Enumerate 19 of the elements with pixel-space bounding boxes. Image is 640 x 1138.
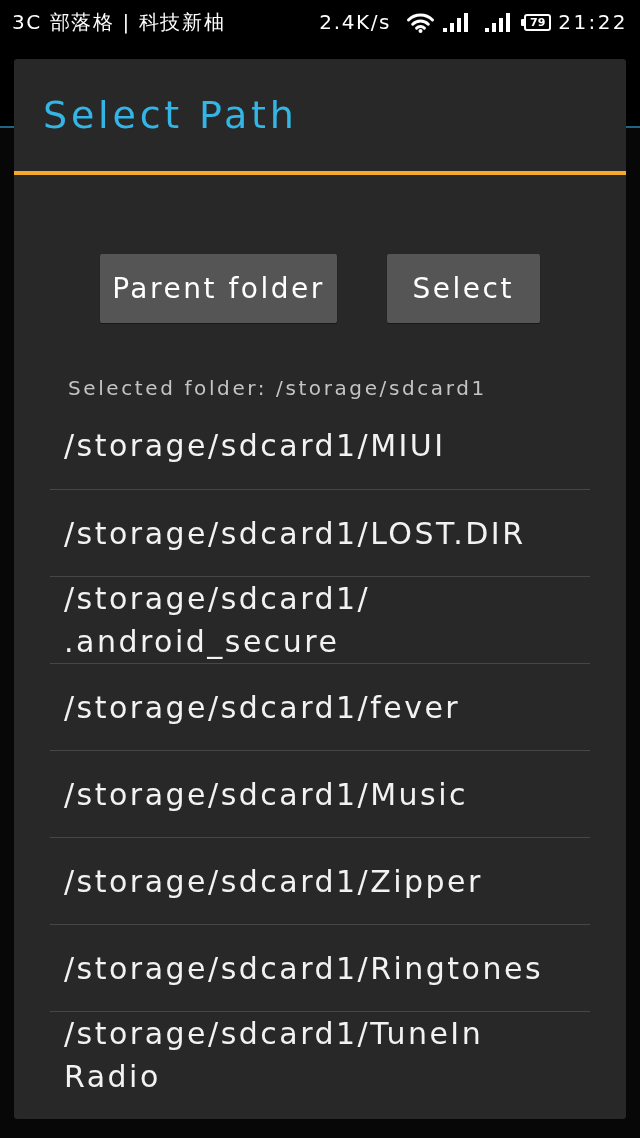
battery-indicator: 79 (521, 13, 552, 31)
folder-list-item[interactable]: /storage/sdcard1/MIUI (50, 402, 590, 489)
network-speed: 2.4K/s (319, 9, 392, 36)
notification-text: 3C 部落格 | 科技新柚 (12, 9, 226, 36)
selected-folder-label: Selected folder: /storage/sdcard1 (68, 376, 487, 400)
folder-list-item[interactable]: /storage/sdcard1/TuneIn Radio (50, 1011, 590, 1098)
signal-icon (443, 12, 470, 32)
folder-list-item[interactable]: /storage/sdcard1/fever (50, 663, 590, 750)
folder-list-item[interactable]: /storage/sdcard1/LOST.DIR (50, 489, 590, 576)
dialog-title: Select Path (43, 91, 298, 139)
folder-list-item[interactable]: /storage/sdcard1/.android_secure (50, 576, 590, 663)
folder-list-item[interactable]: /storage/sdcard1/Music (50, 750, 590, 837)
select-button[interactable]: Select (386, 254, 540, 323)
folder-list-item[interactable]: /storage/sdcard1/Ringtones (50, 924, 590, 1011)
parent-folder-button[interactable]: Parent folder (100, 254, 337, 323)
signal-icon (485, 12, 512, 32)
folder-list-item[interactable]: /storage/sdcard1/Zipper (50, 837, 590, 924)
wifi-icon (406, 11, 436, 33)
clock-text: 21:22 (558, 9, 628, 36)
